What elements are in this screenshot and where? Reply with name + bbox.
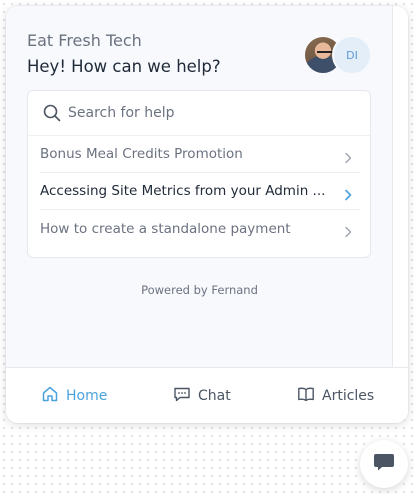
company-name: Eat Fresh Tech (27, 31, 142, 50)
agent-avatar-initials: DI (332, 35, 372, 75)
chevron-right-icon (344, 223, 352, 242)
chat-bubble-icon (173, 385, 191, 407)
search-icon (42, 103, 62, 127)
article-label: Accessing Site Metrics from your Admin .… (40, 183, 326, 199)
article-item[interactable]: Bonus Meal Credits Promotion (40, 136, 360, 173)
help-widget: Eat Fresh Tech Hey! How can we help? DI … (6, 6, 408, 423)
article-label: How to create a standalone payment (40, 220, 291, 237)
chat-launcher-button[interactable] (360, 440, 408, 488)
book-open-icon (297, 385, 315, 407)
article-item[interactable]: Accessing Site Metrics from your Admin .… (40, 173, 360, 210)
chevron-right-icon (344, 186, 352, 205)
chevron-right-icon (344, 149, 352, 168)
tab-home[interactable]: Home (41, 368, 107, 423)
search-input[interactable] (68, 102, 358, 124)
tab-chat[interactable]: Chat (173, 368, 231, 423)
article-item[interactable]: How to create a standalone payment (40, 210, 360, 247)
tab-articles[interactable]: Articles (297, 368, 374, 423)
tab-home-label: Home (66, 388, 108, 404)
greeting-title: Hey! How can we help? (27, 57, 221, 76)
bottom-nav: Home Chat Articles (6, 367, 408, 423)
article-label: Bonus Meal Credits Promotion (40, 146, 243, 162)
help-card: Bonus Meal Credits Promotion Accessing S… (27, 90, 371, 258)
tab-articles-label: Articles (322, 388, 375, 404)
home-panel: Eat Fresh Tech Hey! How can we help? DI … (6, 6, 393, 367)
powered-by-text: Powered by Fernand (141, 283, 258, 297)
article-list: Bonus Meal Credits Promotion Accessing S… (40, 136, 360, 247)
message-icon (373, 452, 395, 476)
search-bar (28, 91, 370, 136)
tab-chat-label: Chat (198, 388, 231, 404)
home-icon (41, 385, 59, 407)
